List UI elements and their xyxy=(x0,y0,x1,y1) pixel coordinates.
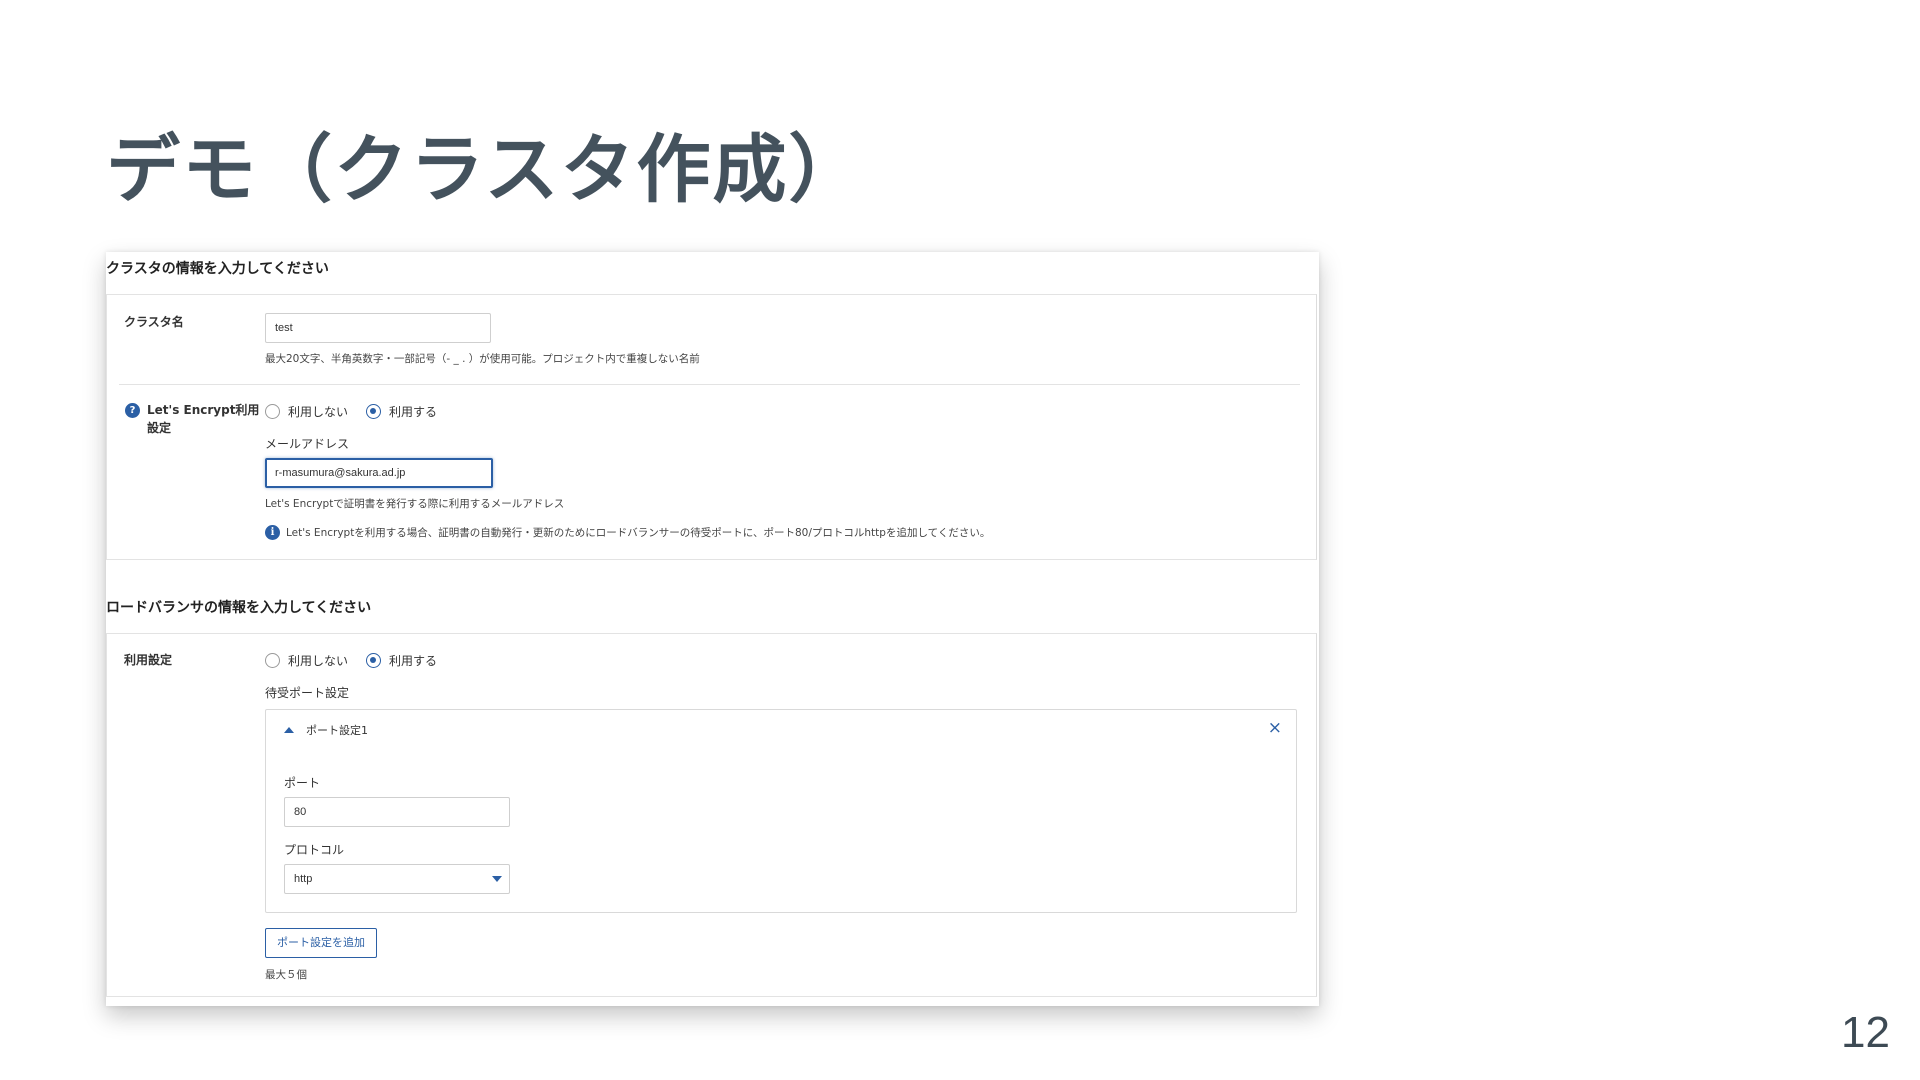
cluster-name-input[interactable]: test xyxy=(265,313,491,343)
listen-ports-label: 待受ポート設定 xyxy=(265,686,350,700)
letsencrypt-label-line2: 設定 xyxy=(147,421,172,435)
lb-usage-radio-on[interactable] xyxy=(366,653,382,668)
letsencrypt-label-line1: Let's Encrypt利用 xyxy=(147,403,260,417)
cluster-name-label: クラスタ名 xyxy=(124,315,184,329)
help-icon[interactable]: ? xyxy=(125,403,140,418)
lb-usage-option-off[interactable]: 利用しない xyxy=(288,652,348,669)
protocol-select-value: http xyxy=(294,873,313,885)
letsencrypt-radio-off[interactable] xyxy=(265,404,280,419)
slide-title: デモ（クラスタ作成） xyxy=(106,127,865,213)
page-number: 12 xyxy=(1841,1008,1890,1057)
close-icon[interactable]: × xyxy=(1268,718,1282,738)
info-icon: i xyxy=(265,525,280,540)
protocol-label: プロトコル xyxy=(284,843,345,857)
letsencrypt-info-text: Let's Encryptを利用する場合、証明書の自動発行・更新のためにロードバ… xyxy=(286,527,991,539)
email-input[interactable]: r-masumura@sakura.ad.jp xyxy=(265,458,493,488)
lb-usage-radio-group: 利用しない 利用する xyxy=(265,652,447,669)
lb-section-heading: ロードバランサの情報を入力してください xyxy=(106,600,372,616)
cluster-name-hint: 最大20文字、半角英数字・一部記号（- _ . ）が使用可能。プロジェクト内で重… xyxy=(265,353,700,365)
caret-up-icon[interactable] xyxy=(284,727,294,733)
port-card: ポート設定1 × ポート 80 プロトコル http xyxy=(265,709,1297,913)
letsencrypt-radio-group: 利用しない 利用する xyxy=(265,403,447,420)
port-card-title: ポート設定1 xyxy=(306,724,368,737)
letsencrypt-info: i Let's Encryptを利用する場合、証明書の自動発行・更新のためにロー… xyxy=(265,525,990,540)
port-label: ポート xyxy=(284,776,321,790)
max-ports-note: 最大５個 xyxy=(265,969,307,981)
console-screenshot: クラスタの情報を入力してください クラスタ名 test 最大20文字、半角英数字… xyxy=(106,252,1319,1006)
protocol-select[interactable]: http xyxy=(284,864,510,894)
letsencrypt-option-on[interactable]: 利用する xyxy=(389,403,437,420)
chevron-down-icon xyxy=(492,876,502,882)
port-card-toggle[interactable]: ポート設定1 xyxy=(284,722,368,738)
letsencrypt-radio-on[interactable] xyxy=(366,404,382,419)
lb-usage-radio-off[interactable] xyxy=(265,653,280,668)
email-hint: Let's Encryptで証明書を発行する際に利用するメールアドレス xyxy=(265,498,565,510)
lb-usage-option-on[interactable]: 利用する xyxy=(389,652,437,669)
letsencrypt-label: Let's Encrypt利用 設定 xyxy=(147,401,259,437)
cluster-panel: クラスタ名 test 最大20文字、半角英数字・一部記号（- _ . ）が使用可… xyxy=(106,294,1317,560)
email-label: メールアドレス xyxy=(265,437,350,451)
port-input[interactable]: 80 xyxy=(284,797,510,827)
lb-usage-label: 利用設定 xyxy=(124,653,173,667)
letsencrypt-option-off[interactable]: 利用しない xyxy=(288,403,348,420)
add-port-button[interactable]: ポート設定を追加 xyxy=(265,928,377,958)
lb-panel: 利用設定 利用しない 利用する 待受ポート設定 ポート設定1 × ポート 80 … xyxy=(106,633,1317,997)
cluster-section-heading: クラスタの情報を入力してください xyxy=(106,261,329,277)
divider xyxy=(119,384,1300,385)
